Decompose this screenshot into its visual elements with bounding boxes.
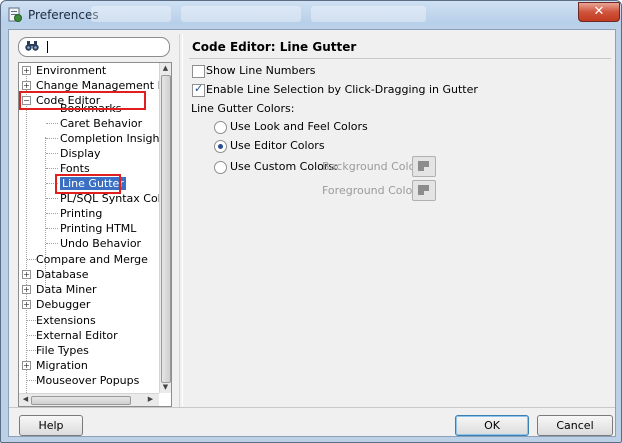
tree-item-label: File Types <box>36 344 89 357</box>
use-editor-colors-radio[interactable] <box>214 140 227 153</box>
tree-item-label: Printing HTML <box>60 222 137 235</box>
use-custom-colors-radio[interactable] <box>214 161 227 174</box>
tree-branch <box>46 168 58 169</box>
tree-item-label: Migration <box>36 359 88 372</box>
tree-branch <box>46 153 58 154</box>
footer-divider <box>9 407 615 408</box>
highlight-box-code-editor <box>19 91 146 110</box>
window-title: Preferences <box>28 8 99 22</box>
scroll-left-icon[interactable]: ◀ <box>20 395 31 403</box>
tree-item-label: Debugger <box>36 298 91 311</box>
tree-branch <box>27 320 36 321</box>
scroll-thumb[interactable] <box>31 396 131 405</box>
scroll-right-icon[interactable]: ▶ <box>145 395 156 403</box>
dialog-body: + Environment + Change Management Paran … <box>8 29 616 437</box>
title-bar[interactable]: Preferences ✕ <box>1 1 621 29</box>
tree-branch <box>27 335 36 336</box>
tree-vertical-scrollbar[interactable]: ▲ ▼ <box>159 63 171 393</box>
search-input[interactable] <box>18 37 170 57</box>
preferences-tree[interactable]: + Environment + Change Management Paran … <box>18 62 172 407</box>
highlight-box-line-gutter <box>55 174 121 194</box>
tree-item-label: Completion Insight <box>60 132 159 145</box>
tree-item-label: External Editor <box>36 329 118 342</box>
cancel-button[interactable]: Cancel <box>537 415 613 436</box>
expand-plus-icon[interactable]: + <box>22 300 31 309</box>
help-button[interactable]: Help <box>19 415 83 436</box>
tree-branch <box>27 380 36 381</box>
expand-plus-icon[interactable]: + <box>22 66 31 75</box>
gutter-colors-label: Line Gutter Colors: <box>191 102 295 115</box>
tree-item-label: Environment <box>36 64 107 77</box>
tree-item-undo-behavior[interactable]: Undo Behavior <box>60 236 141 251</box>
tree-branch <box>46 213 58 214</box>
tree-item-label: Data Miner <box>36 283 97 296</box>
tree-item-label: Printing <box>60 207 103 220</box>
background-color-button[interactable] <box>412 156 436 177</box>
tree-item-label: Display <box>60 147 101 160</box>
use-look-and-feel-label: Use Look and Feel Colors <box>230 120 368 133</box>
expand-plus-icon[interactable]: + <box>22 285 31 294</box>
tree-branch <box>27 350 36 351</box>
tree-item-display[interactable]: Display <box>60 146 101 161</box>
tree-item-label: Extensions <box>36 314 96 327</box>
tree-item-label: Compare and Merge <box>36 253 148 266</box>
scroll-down-icon[interactable]: ▼ <box>160 383 171 391</box>
ok-button[interactable]: OK <box>455 415 529 436</box>
tree-item-caret-behavior[interactable]: Caret Behavior <box>60 116 142 131</box>
tree-item-printing-html[interactable]: Printing HTML <box>60 221 136 236</box>
tree-branch <box>46 228 58 229</box>
use-look-and-feel-radio[interactable] <box>214 121 227 134</box>
background-window-ghost <box>91 6 171 22</box>
tree-item-label: Mouseover Popups <box>36 374 140 387</box>
show-line-numbers-checkbox[interactable] <box>192 65 205 78</box>
tree-branch <box>27 259 36 260</box>
tree-branch <box>46 123 58 124</box>
tree-item-completion-insight[interactable]: Completion Insight <box>60 131 159 146</box>
enable-line-selection-checkbox[interactable] <box>192 82 205 97</box>
use-editor-colors-label: Use Editor Colors <box>230 139 325 152</box>
tree-branch <box>46 243 58 244</box>
title-divider <box>189 58 611 59</box>
show-line-numbers-label: Show Line Numbers <box>206 64 316 77</box>
expand-plus-icon[interactable]: + <box>22 81 31 90</box>
tree-guide-line <box>26 67 27 393</box>
tree-branch <box>46 198 58 199</box>
background-window-ghost <box>311 6 426 22</box>
tree-item-label: Database <box>36 268 89 281</box>
scroll-thumb[interactable] <box>161 75 171 383</box>
panel-splitter[interactable] <box>179 34 183 407</box>
close-icon: ✕ <box>593 4 605 19</box>
text-caret <box>47 41 48 53</box>
close-button[interactable]: ✕ <box>578 2 620 22</box>
color-swatch-icon <box>418 161 429 171</box>
preferences-app-icon <box>8 7 22 22</box>
page-title: Code Editor: Line Gutter <box>192 40 357 54</box>
binoculars-icon <box>25 41 39 51</box>
color-swatch-icon <box>418 185 429 195</box>
scroll-up-icon[interactable]: ▲ <box>160 64 171 72</box>
foreground-color-button[interactable] <box>412 180 436 201</box>
background-color-label: Background Color: <box>322 160 424 173</box>
expand-plus-icon[interactable]: + <box>22 361 31 370</box>
tree-branch <box>46 138 58 139</box>
tree-item-printing[interactable]: Printing <box>60 206 102 221</box>
preferences-window: Preferences ✕ + Environment + Change Man… <box>0 0 622 443</box>
tree-item-label: Caret Behavior <box>60 117 143 130</box>
enable-line-selection-label: Enable Line Selection by Click-Dragging … <box>206 83 478 96</box>
foreground-color-label: Foreground Color: <box>322 184 421 197</box>
tree-item-label: Undo Behavior <box>60 237 142 250</box>
tree-viewport: + Environment + Change Management Paran … <box>19 63 159 393</box>
background-window-ghost <box>181 6 301 22</box>
tree-horizontal-scrollbar[interactable]: ◀ ▶ <box>19 393 159 406</box>
expand-plus-icon[interactable]: + <box>22 270 31 279</box>
